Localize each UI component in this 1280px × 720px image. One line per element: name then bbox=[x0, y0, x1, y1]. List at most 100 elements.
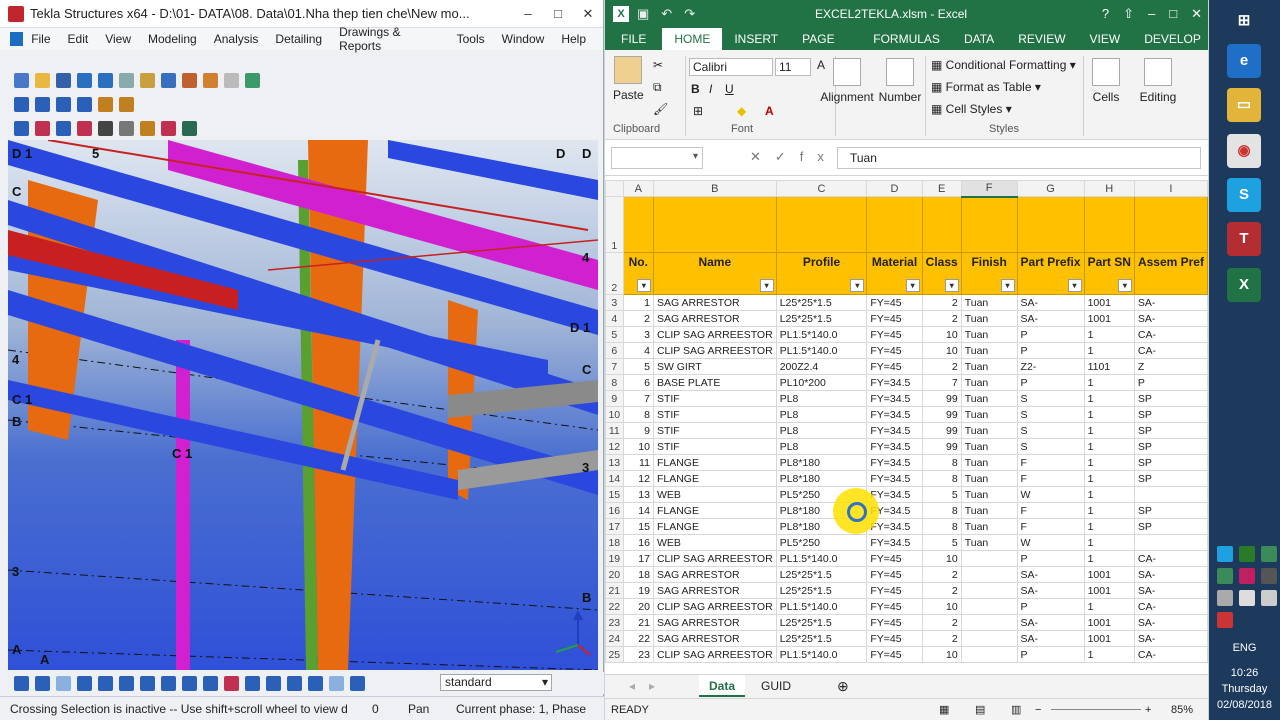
table-cell[interactable]: Tuan bbox=[960, 374, 1018, 391]
windows-start-icon[interactable]: ⊞ bbox=[1227, 4, 1261, 38]
table-cell[interactable]: CLIP SAG ARREESTOR bbox=[652, 342, 777, 359]
cut-icon[interactable]: ✂ bbox=[653, 58, 663, 72]
table-cell[interactable]: SA- bbox=[1133, 630, 1208, 647]
table-cell[interactable]: Tuan bbox=[960, 406, 1018, 423]
row-header[interactable]: 17 bbox=[605, 518, 624, 535]
table-cell[interactable]: CLIP SAG ARREESTOR bbox=[652, 646, 777, 663]
sheet-tab-data[interactable]: Data bbox=[699, 675, 746, 697]
row-header[interactable]: 25 bbox=[605, 646, 624, 663]
table-cell[interactable]: 2 bbox=[921, 614, 962, 631]
table-cell[interactable]: S bbox=[1016, 438, 1085, 455]
file-explorer-icon[interactable]: ▭ bbox=[1227, 88, 1261, 122]
ribbon-display-icon[interactable]: ⇧ bbox=[1123, 6, 1134, 22]
row-header[interactable]: 3 bbox=[605, 294, 624, 311]
snap-icon[interactable] bbox=[224, 675, 239, 691]
column-header[interactable]: F bbox=[960, 180, 1018, 198]
table-cell[interactable]: P bbox=[1016, 550, 1085, 567]
chrome-icon[interactable]: ◉ bbox=[1227, 134, 1261, 168]
table-cell[interactable]: CLIP SAG ARREESTOR bbox=[652, 550, 777, 567]
table-cell[interactable]: 18 bbox=[622, 566, 654, 583]
table-cell[interactable]: CA- bbox=[1133, 550, 1208, 567]
table-cell[interactable]: 9 bbox=[622, 422, 654, 439]
table-cell[interactable]: 16 bbox=[622, 534, 654, 551]
header-cell[interactable] bbox=[921, 196, 962, 253]
table-cell[interactable]: FY=34.5 bbox=[866, 534, 923, 551]
table-cell[interactable]: 13 bbox=[622, 486, 654, 503]
zoom-slider[interactable] bbox=[1051, 709, 1141, 710]
table-cell[interactable]: SP bbox=[1133, 502, 1208, 519]
table-cell[interactable]: P bbox=[1133, 374, 1208, 391]
tab-view[interactable]: VIEW bbox=[1078, 28, 1133, 50]
table-cell[interactable]: 99 bbox=[921, 422, 962, 439]
cell-styles-button[interactable]: ▦ Cell Styles ▾ bbox=[931, 102, 1012, 116]
table-cell[interactable]: FY=34.5 bbox=[866, 406, 923, 423]
snap-icon[interactable] bbox=[14, 675, 29, 691]
table-cell[interactable]: CA- bbox=[1133, 598, 1208, 615]
tray-volume-icon[interactable] bbox=[1217, 612, 1233, 628]
table-cell[interactable]: FY=34.5 bbox=[866, 454, 923, 471]
tray-app-icon[interactable] bbox=[1239, 568, 1255, 584]
table-cell[interactable]: F bbox=[1016, 518, 1085, 535]
table-cell[interactable]: PL8*180 bbox=[775, 470, 868, 487]
table-cell[interactable]: FY=45 bbox=[866, 598, 923, 615]
cells-button[interactable]: Cells bbox=[1089, 58, 1123, 104]
table-cell[interactable]: SA- bbox=[1133, 310, 1208, 327]
menu-drawings-reports[interactable]: Drawings & Reports bbox=[339, 25, 440, 53]
table-cell[interactable]: 3 bbox=[622, 326, 654, 343]
table-cell[interactable]: FY=45 bbox=[866, 310, 923, 327]
table-cell[interactable]: 1 bbox=[622, 294, 654, 311]
table-cell[interactable]: FY=34.5 bbox=[866, 470, 923, 487]
editing-button[interactable]: Editing bbox=[1135, 58, 1181, 104]
menu-tools[interactable]: Tools bbox=[457, 32, 485, 46]
skype-icon[interactable]: S bbox=[1227, 178, 1261, 212]
table-cell[interactable]: P bbox=[1016, 646, 1085, 663]
table-cell[interactable]: Tuan bbox=[960, 470, 1018, 487]
table-cell[interactable]: STIF bbox=[652, 438, 777, 455]
table-cell[interactable]: PL8 bbox=[775, 438, 868, 455]
table-cell[interactable]: Tuan bbox=[960, 502, 1018, 519]
filter-dropdown-icon[interactable]: ▾ bbox=[1067, 279, 1082, 292]
table-cell[interactable]: SAG ARRESTOR bbox=[652, 566, 777, 583]
table-cell[interactable]: CA- bbox=[1133, 326, 1208, 343]
formula-controls-icon[interactable]: ✕✓fx bbox=[750, 149, 838, 165]
table-cell[interactable]: 5 bbox=[921, 534, 962, 551]
table-cell[interactable]: 99 bbox=[921, 438, 962, 455]
tab-file[interactable]: FILE bbox=[605, 28, 663, 50]
menu-edit[interactable]: Edit bbox=[68, 32, 89, 46]
snap-icon[interactable] bbox=[308, 675, 323, 691]
select-bolt-icon[interactable] bbox=[77, 120, 92, 136]
save-icon[interactable] bbox=[56, 72, 71, 88]
clip-icon[interactable] bbox=[140, 120, 155, 136]
table-cell[interactable] bbox=[960, 550, 1018, 567]
table-cell[interactable]: FY=34.5 bbox=[866, 374, 923, 391]
table-cell[interactable]: PL1.5*140.0 bbox=[775, 342, 868, 359]
new-icon[interactable] bbox=[14, 72, 29, 88]
table-cell[interactable]: PL1.5*140.0 bbox=[775, 326, 868, 343]
table-cell[interactable]: FLANGE bbox=[652, 502, 777, 519]
table-cell[interactable]: F bbox=[1016, 470, 1085, 487]
filter-dropdown-icon[interactable]: ▾ bbox=[759, 279, 774, 292]
row-header[interactable]: 1 bbox=[605, 196, 624, 253]
table-cell[interactable] bbox=[1133, 486, 1208, 503]
copy-icon[interactable]: ⧉ bbox=[653, 80, 662, 95]
tab-review[interactable]: REVIEW bbox=[1006, 28, 1077, 50]
menu-file[interactable]: File bbox=[31, 32, 50, 46]
save-icon[interactable]: ▣ bbox=[637, 6, 649, 22]
tab-formulas[interactable]: FORMULAS bbox=[861, 28, 952, 50]
table-cell[interactable]: Tuan bbox=[960, 534, 1018, 551]
table-cell[interactable]: Tuan bbox=[960, 486, 1018, 503]
table-cell[interactable]: 1 bbox=[1083, 646, 1135, 663]
tekla-3d-view[interactable]: D 1 5 D D C 4 D 1 C 4 C 1 B C 1 3 3 B A … bbox=[8, 140, 598, 670]
header-cell[interactable]: No. ▾ bbox=[622, 252, 654, 295]
column-header[interactable]: E bbox=[921, 180, 962, 197]
polybeam-icon[interactable] bbox=[56, 96, 71, 112]
clock-date[interactable]: 02/08/2018 bbox=[1209, 699, 1280, 711]
table-cell[interactable]: 200Z2.4 bbox=[775, 358, 868, 375]
row-header[interactable]: 20 bbox=[605, 566, 624, 583]
menu-detailing[interactable]: Detailing bbox=[275, 32, 322, 46]
table-cell[interactable]: STIF bbox=[652, 406, 777, 423]
tray-nvidia-icon[interactable] bbox=[1239, 546, 1255, 562]
properties-icon[interactable] bbox=[140, 72, 155, 88]
table-cell[interactable]: SA- bbox=[1016, 294, 1085, 311]
table-cell[interactable] bbox=[1133, 534, 1208, 551]
